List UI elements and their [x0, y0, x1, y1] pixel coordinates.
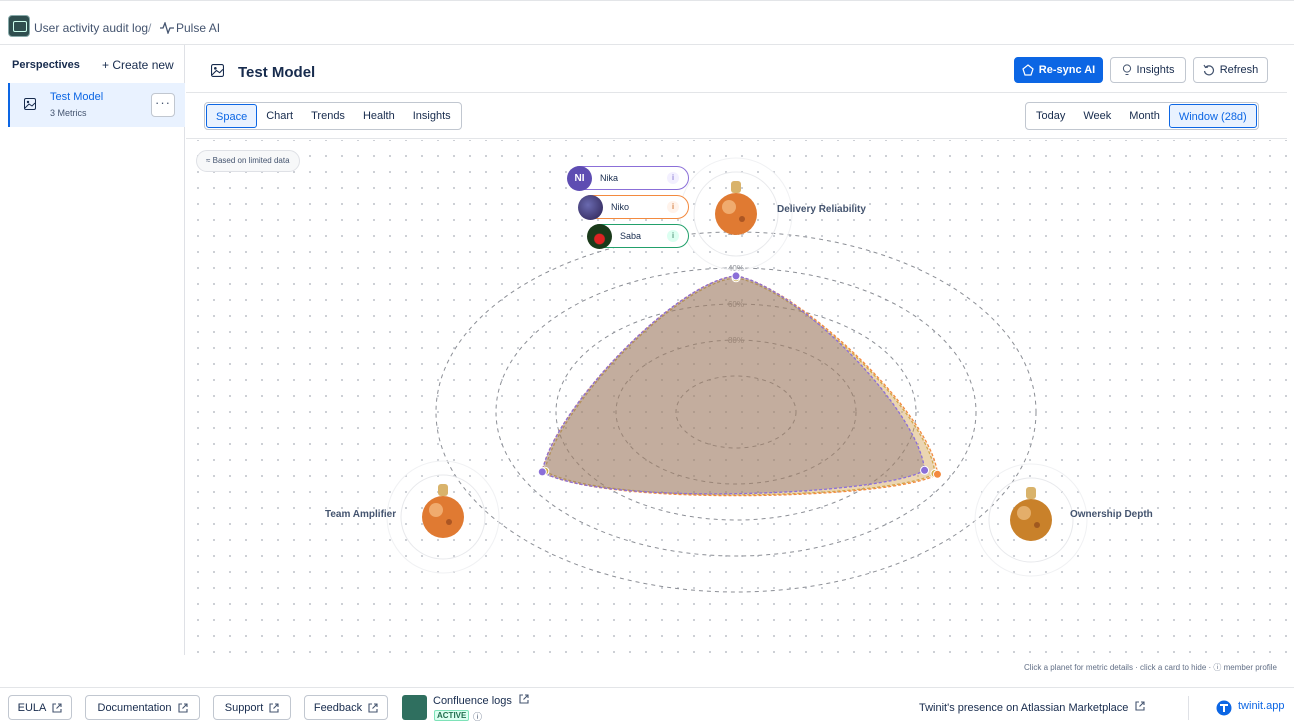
series-area-nika — [541, 275, 926, 495]
breadcrumb-app[interactable]: User activity audit log — [34, 21, 148, 35]
confluence-logs-label: Confluence logs — [433, 695, 512, 707]
image-icon — [24, 98, 36, 110]
planet-crater — [446, 519, 452, 525]
top-bar: User activity audit log / Pulse AI — [0, 0, 1294, 45]
range-tabs: Today Week Month Window (28d) — [1025, 102, 1259, 130]
create-new-button[interactable]: + Create new — [102, 58, 174, 72]
planet-highlight — [1017, 506, 1031, 520]
member-card-saba[interactable]: Saba i — [587, 224, 689, 249]
planet-figure — [438, 484, 448, 496]
perspectives-heading: Perspectives — [12, 59, 80, 71]
range-window[interactable]: Window (28d) — [1168, 104, 1257, 128]
lightbulb-icon — [1122, 64, 1131, 75]
footer-divider — [1188, 696, 1189, 720]
page-header: Test Model Re-sync AI Insights Refresh — [186, 45, 1287, 93]
status-badge: ACTIVE — [434, 710, 470, 721]
tab-space[interactable]: Space — [206, 104, 258, 128]
breadcrumb-pulse-label: Pulse AI — [176, 21, 221, 35]
data-point-nika — [920, 465, 930, 475]
documentation-label: Documentation — [97, 701, 172, 714]
data-point-nika — [537, 467, 547, 477]
member-name: Nika — [600, 173, 619, 183]
external-link-icon — [1135, 701, 1145, 711]
sidebar-item-title: Test Model — [50, 91, 104, 103]
eula-link[interactable]: EULA — [8, 695, 72, 720]
axis-label-delivery-reliability[interactable]: Delivery Reliability — [777, 204, 866, 215]
eula-label: EULA — [17, 701, 47, 714]
support-link[interactable]: Support — [213, 695, 291, 720]
member-card-niko[interactable]: Niko i — [578, 195, 689, 220]
avatar — [578, 195, 603, 220]
image-icon — [211, 64, 224, 77]
planet-highlight — [429, 503, 443, 517]
range-month[interactable]: Month — [1120, 104, 1169, 128]
brain-icon — [1022, 64, 1034, 76]
support-label: Support — [224, 701, 264, 714]
range-week[interactable]: Week — [1074, 104, 1120, 128]
refresh-icon — [1203, 64, 1214, 76]
external-link-icon — [368, 702, 378, 713]
external-link-icon — [177, 702, 188, 713]
confluence-logs-logo[interactable] — [402, 695, 427, 720]
marketplace-link[interactable]: Twinit's presence on Atlassian Marketpla… — [919, 701, 1145, 714]
pulse-icon — [160, 22, 174, 34]
info-icon[interactable]: i — [667, 201, 679, 213]
tab-chart[interactable]: Chart — [257, 104, 302, 128]
sidebar-item-test-model[interactable]: Test Model 3 Metrics ··· — [8, 83, 185, 127]
data-point-nika — [731, 271, 741, 281]
sidebar: Perspectives + Create new Test Model 3 M… — [0, 45, 185, 655]
range-today[interactable]: Today — [1027, 104, 1074, 128]
documentation-link[interactable]: Documentation — [85, 695, 200, 720]
info-icon[interactable]: i — [667, 230, 679, 242]
member-name: Niko — [611, 202, 630, 212]
avatar: NI — [567, 166, 592, 191]
refresh-label: Refresh — [1219, 64, 1259, 76]
feedback-link[interactable]: Feedback — [304, 695, 388, 720]
breadcrumb-pulse[interactable]: Pulse AI — [160, 21, 220, 35]
radar-chart: 80%60%40%20% — [386, 157, 1088, 593]
page-title: Test Model — [238, 64, 316, 81]
insights-label: Insights — [1136, 64, 1175, 76]
external-link-icon — [519, 694, 529, 704]
axis-label-team-amplifier[interactable]: Team Amplifier — [325, 509, 396, 520]
footer: EULA Documentation Support Feedback Conf… — [0, 687, 1294, 725]
breadcrumb-separator: / — [148, 21, 152, 35]
insights-button[interactable]: Insights — [1110, 57, 1186, 83]
resync-ai-button[interactable]: Re-sync AI — [1014, 57, 1103, 83]
planet-figure — [1026, 487, 1036, 499]
axis-label-ownership-depth[interactable]: Ownership Depth — [1070, 509, 1153, 520]
member-name: Saba — [620, 231, 642, 241]
twinit-logo-icon — [1216, 700, 1232, 716]
data-point-niko — [932, 469, 942, 479]
info-icon[interactable]: i — [667, 172, 679, 184]
confluence-logs-link[interactable]: Confluence logs — [433, 694, 529, 707]
more-options-button[interactable]: ··· — [151, 93, 175, 117]
feedback-label: Feedback — [313, 701, 363, 714]
refresh-button[interactable]: Refresh — [1193, 57, 1268, 83]
canvas-hint: Click a planet for metric details · clic… — [1024, 663, 1277, 672]
view-tabs: Space Chart Trends Health Insights — [204, 102, 462, 130]
tab-trends[interactable]: Trends — [302, 104, 354, 128]
info-icon[interactable]: ⓘ — [473, 710, 482, 723]
sidebar-item-subtitle: 3 Metrics — [50, 108, 87, 118]
space-canvas: ≈ Based on limited data 80%60%40%20% Del… — [186, 140, 1287, 672]
planet-figure — [731, 181, 741, 193]
tab-health[interactable]: Health — [354, 104, 404, 128]
app-logo[interactable] — [8, 15, 30, 37]
planet-highlight — [722, 200, 736, 214]
external-link-icon — [52, 702, 62, 713]
planet-ownership-depth[interactable] — [1010, 499, 1052, 541]
view-toolbar: Space Chart Trends Health Insights Today… — [186, 94, 1287, 139]
twinit-link[interactable]: twinit.app — [1238, 700, 1284, 712]
planet-team-amplifier[interactable] — [422, 496, 464, 538]
planet-crater — [739, 216, 745, 222]
planet-crater — [1034, 522, 1040, 528]
external-link-icon — [269, 702, 279, 713]
tab-insights[interactable]: Insights — [404, 104, 460, 128]
member-card-nika[interactable]: NI Nika i — [567, 166, 689, 191]
avatar — [587, 224, 612, 249]
planet-delivery-reliability[interactable] — [715, 193, 757, 235]
marketplace-label: Twinit's presence on Atlassian Marketpla… — [919, 702, 1129, 714]
resync-ai-label: Re-sync AI — [1038, 64, 1096, 76]
